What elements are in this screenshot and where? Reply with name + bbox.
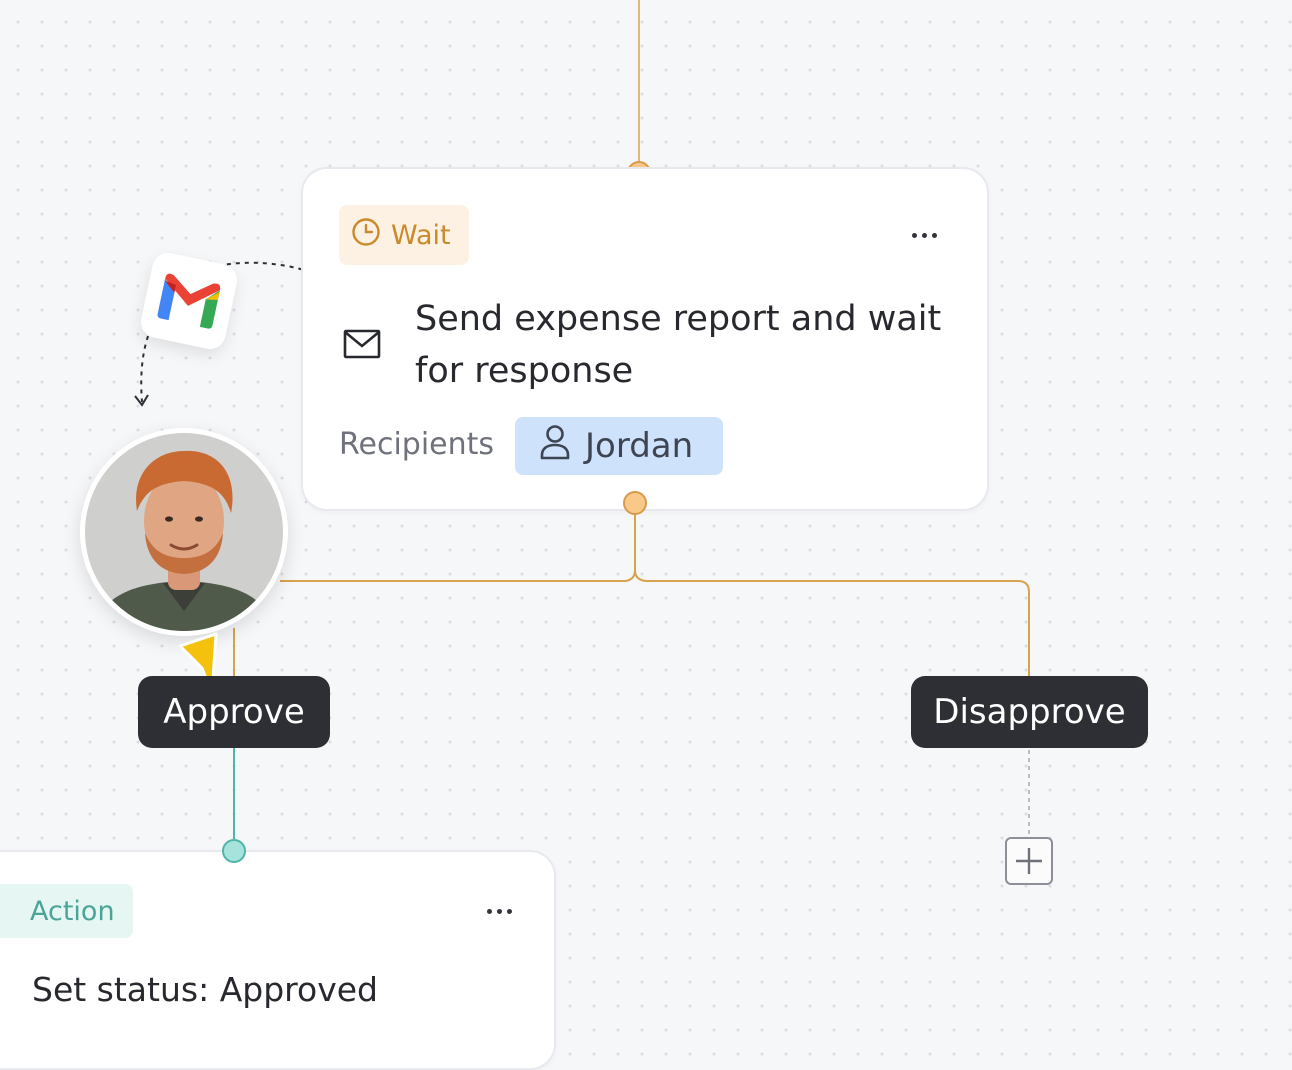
action-badge-label: Action bbox=[30, 895, 115, 927]
wait-badge-label: Wait bbox=[391, 219, 451, 251]
disapprove-branch-label[interactable]: Disapprove bbox=[911, 676, 1148, 748]
gmail-icon bbox=[137, 249, 241, 353]
clock-icon bbox=[351, 217, 381, 254]
wait-step-title: Send expense report and wait for respons… bbox=[415, 299, 942, 391]
mail-icon bbox=[343, 329, 381, 363]
wait-badge: Wait bbox=[339, 205, 469, 265]
wait-step-card[interactable]: Wait Send expense report and wait for re… bbox=[301, 167, 989, 511]
action-input-port[interactable] bbox=[222, 839, 246, 863]
recipient-name: Jordan bbox=[585, 426, 694, 466]
add-step-button[interactable] bbox=[1005, 837, 1053, 885]
recipients-label: Recipients bbox=[339, 427, 495, 462]
action-badge: Action bbox=[0, 884, 133, 938]
recipient-chip[interactable]: Jordan bbox=[515, 417, 723, 475]
user-avatar bbox=[80, 428, 288, 636]
plus-icon bbox=[1016, 848, 1042, 874]
wait-output-port[interactable] bbox=[623, 491, 647, 515]
approve-branch-label[interactable]: Approve bbox=[138, 676, 330, 748]
action-step-title: Set status: Approved bbox=[32, 970, 378, 1009]
action-step-card[interactable]: Action Set status: Approved bbox=[0, 850, 556, 1070]
user-icon bbox=[539, 424, 571, 469]
wait-more-icon[interactable] bbox=[912, 233, 937, 238]
action-more-icon[interactable] bbox=[487, 909, 512, 914]
